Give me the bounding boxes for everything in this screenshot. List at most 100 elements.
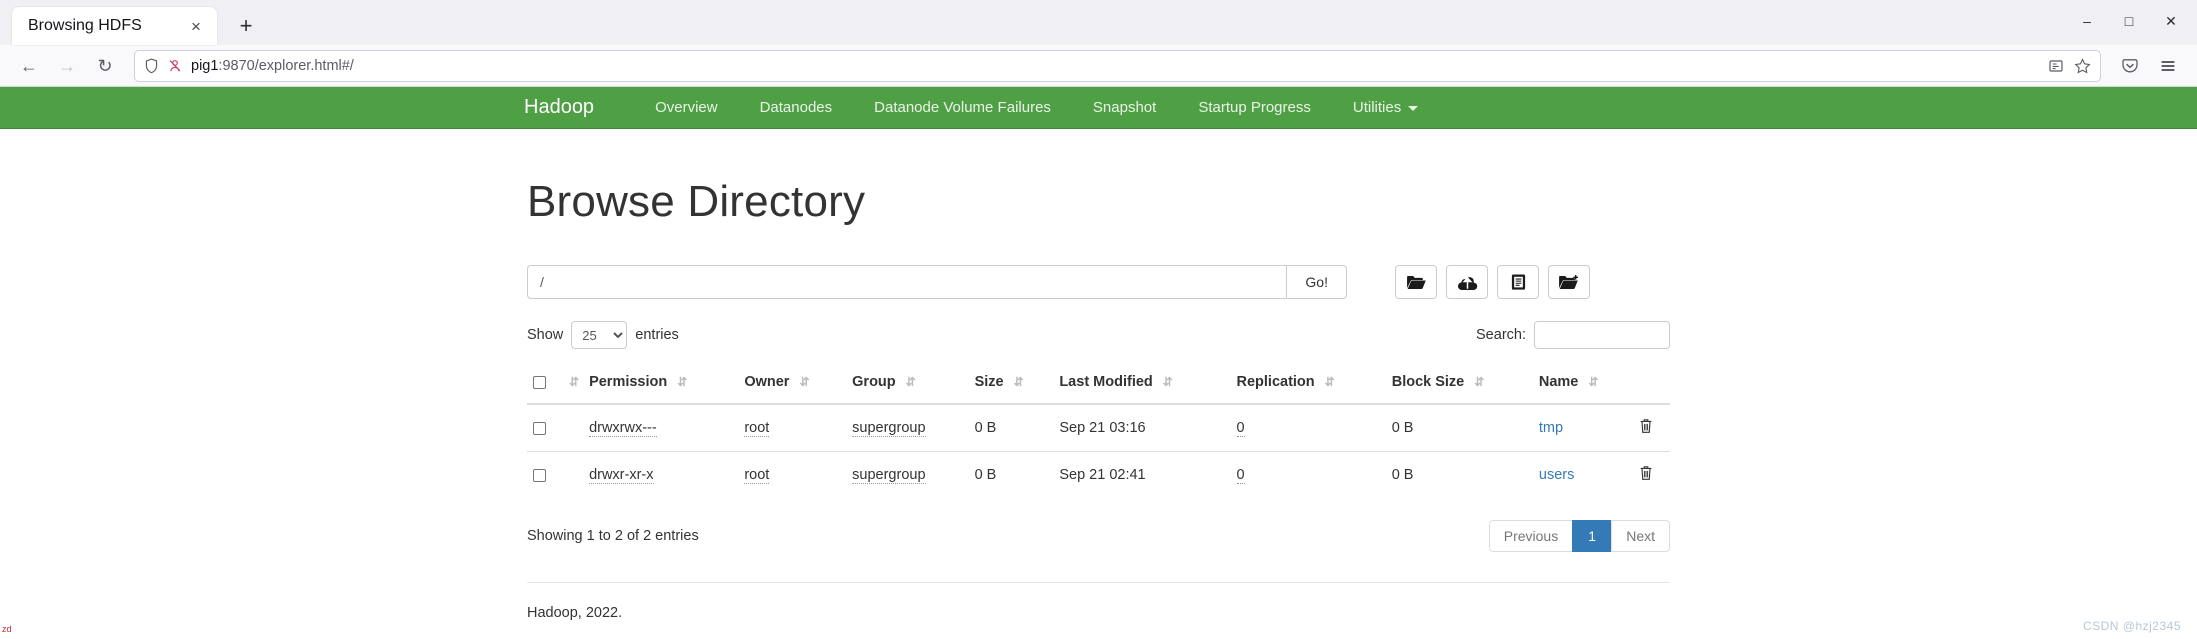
sort-icon: ⇵ [799, 375, 809, 390]
sort-icon: ⇵ [677, 375, 687, 390]
cell-group[interactable]: supergroup [846, 451, 969, 498]
page-length-select[interactable]: 10 25 50 100 [571, 321, 628, 349]
corner-mark: zd [2, 624, 12, 634]
maximize-icon[interactable]: □ [2109, 6, 2149, 36]
directory-table: ⇵ Permission ⇵ Owner ⇵ Group ⇵ Size ⇵ Last M… [527, 365, 1670, 498]
cell-owner[interactable]: root [738, 404, 846, 452]
owner-value[interactable]: root [744, 420, 770, 437]
pagination-previous[interactable]: Previous [1488, 520, 1574, 552]
nav-link-datanode-volume-failures[interactable]: Datanode Volume Failures [853, 99, 1072, 116]
clipboard-list-icon[interactable] [1497, 265, 1539, 299]
hadoop-brand[interactable]: Hadoop [524, 96, 612, 119]
go-button[interactable]: Go! [1286, 265, 1347, 299]
nav-link-datanodes[interactable]: Datanodes [739, 99, 854, 116]
new-folder-icon[interactable] [1548, 265, 1590, 299]
select-all-header[interactable] [527, 365, 553, 405]
close-icon[interactable]: × [185, 15, 207, 37]
new-tab-button[interactable]: + [229, 9, 263, 43]
cell-name[interactable]: tmp [1533, 404, 1633, 452]
nav-link-snapshot[interactable]: Snapshot [1072, 99, 1177, 116]
column-name[interactable]: Name ⇵ [1532, 365, 1633, 405]
close-window-icon[interactable]: ✕ [2151, 6, 2191, 36]
show-label: Show [527, 327, 564, 343]
column-owner-label: Owner [744, 374, 790, 390]
pocket-icon[interactable] [2113, 50, 2147, 82]
reader-mode-icon[interactable] [2048, 58, 2064, 74]
search-label: Search: [1476, 327, 1526, 343]
sort-icon: ⇵ [1324, 375, 1335, 390]
page-title: Browse Directory [527, 177, 866, 226]
reload-icon[interactable]: ↻ [88, 50, 122, 82]
column-name-label: Name [1538, 374, 1579, 390]
path-input[interactable] [527, 265, 1287, 299]
tab-strip: Browsing HDFS × + – □ ✕ [0, 0, 2197, 45]
search-input[interactable] [1534, 321, 1670, 349]
pagination-page-1[interactable]: 1 [1572, 520, 1613, 552]
column-owner[interactable]: Owner ⇵ [738, 365, 847, 405]
open-folder-icon[interactable] [1395, 265, 1437, 299]
row-sort-header[interactable]: ⇵ [553, 365, 584, 405]
file-name-link[interactable]: users [1539, 467, 1574, 483]
entries-label: entries [635, 327, 679, 343]
permission-icon[interactable] [168, 58, 182, 74]
cell-block-size: 0 B [1391, 420, 1414, 436]
browser-tab[interactable]: Browsing HDFS × [12, 7, 217, 45]
url-text: pig1:9870/explorer.html#/ [191, 58, 2039, 74]
permission-value[interactable]: drwxr-xr-x [589, 467, 654, 484]
row-checkbox[interactable] [533, 468, 546, 482]
table-body: drwxrwx--- root supergroup 0 B Sep 21 03… [527, 404, 1670, 498]
row-select-cell[interactable] [527, 451, 553, 498]
column-group-label: Group [852, 374, 896, 390]
nav-link-overview[interactable]: Overview [634, 99, 739, 116]
column-size[interactable]: Size ⇵ [968, 365, 1054, 405]
table-row[interactable]: drwxrwx--- root supergroup 0 B Sep 21 03… [527, 404, 1670, 452]
column-block-size[interactable]: Block Size ⇵ [1385, 365, 1533, 405]
url-host: pig1 [191, 57, 219, 74]
table-footer: Showing 1 to 2 of 2 entries Previous 1 N… [527, 520, 1670, 552]
column-group[interactable]: Group ⇵ [846, 365, 969, 405]
cell-name[interactable]: users [1532, 451, 1633, 498]
cell-group[interactable]: supergroup [846, 404, 968, 452]
minimize-icon[interactable]: – [2067, 6, 2107, 36]
owner-value[interactable]: root [744, 467, 770, 484]
sort-icon: ⇵ [1013, 375, 1024, 390]
replication-value[interactable]: 0 [1236, 467, 1245, 484]
hadoop-navbar: Hadoop Overview Datanodes Datanode Volum… [0, 87, 2197, 129]
sort-icon: ⇵ [905, 375, 916, 390]
group-value[interactable]: supergroup [852, 467, 926, 484]
cell-permission[interactable]: drwxrwx--- [583, 404, 738, 452]
sort-icon: ⇵ [1162, 375, 1173, 390]
cell-size: 0 B [974, 420, 997, 436]
group-value[interactable]: supergroup [852, 420, 926, 437]
replication-value[interactable]: 0 [1236, 420, 1245, 437]
table-row[interactable]: drwxr-xr-x root supergroup 0 B Sep 21 02… [527, 451, 1670, 498]
shield-icon[interactable] [144, 58, 159, 74]
hamburger-menu-icon[interactable] [2151, 50, 2185, 82]
cell-owner[interactable]: root [738, 451, 847, 498]
row-checkbox[interactable] [533, 421, 546, 435]
trash-icon[interactable] [1639, 465, 1653, 485]
column-replication[interactable]: Replication ⇵ [1230, 365, 1386, 405]
cell-permission[interactable]: drwxr-xr-x [583, 451, 739, 498]
cell-replication[interactable]: 0 [1230, 451, 1386, 498]
back-icon[interactable]: ← [12, 50, 46, 82]
nav-link-startup-progress[interactable]: Startup Progress [1177, 99, 1332, 116]
permission-value[interactable]: drwxrwx--- [589, 420, 657, 437]
column-last-modified[interactable]: Last Modified ⇵ [1053, 365, 1231, 405]
nav-link-utilities[interactable]: Utilities [1332, 99, 1439, 116]
row-select-cell[interactable] [527, 404, 553, 452]
bookmark-star-icon[interactable] [2074, 57, 2091, 74]
column-size-label: Size [974, 374, 1004, 390]
select-all-checkbox[interactable] [533, 375, 546, 389]
trash-icon[interactable] [1639, 418, 1653, 438]
pagination-next[interactable]: Next [1611, 520, 1670, 552]
cell-actions[interactable] [1632, 451, 1670, 498]
cell-actions[interactable] [1633, 404, 1670, 452]
url-bar[interactable]: pig1:9870/explorer.html#/ [134, 49, 2101, 82]
file-name-link[interactable]: tmp [1539, 420, 1563, 436]
watermark: CSDN @hzj2345 [2082, 619, 2181, 633]
cloud-upload-icon[interactable] [1446, 265, 1488, 299]
url-path: :9870/explorer.html#/ [218, 57, 354, 74]
cell-replication[interactable]: 0 [1231, 404, 1386, 452]
column-permission[interactable]: Permission ⇵ [583, 365, 739, 405]
